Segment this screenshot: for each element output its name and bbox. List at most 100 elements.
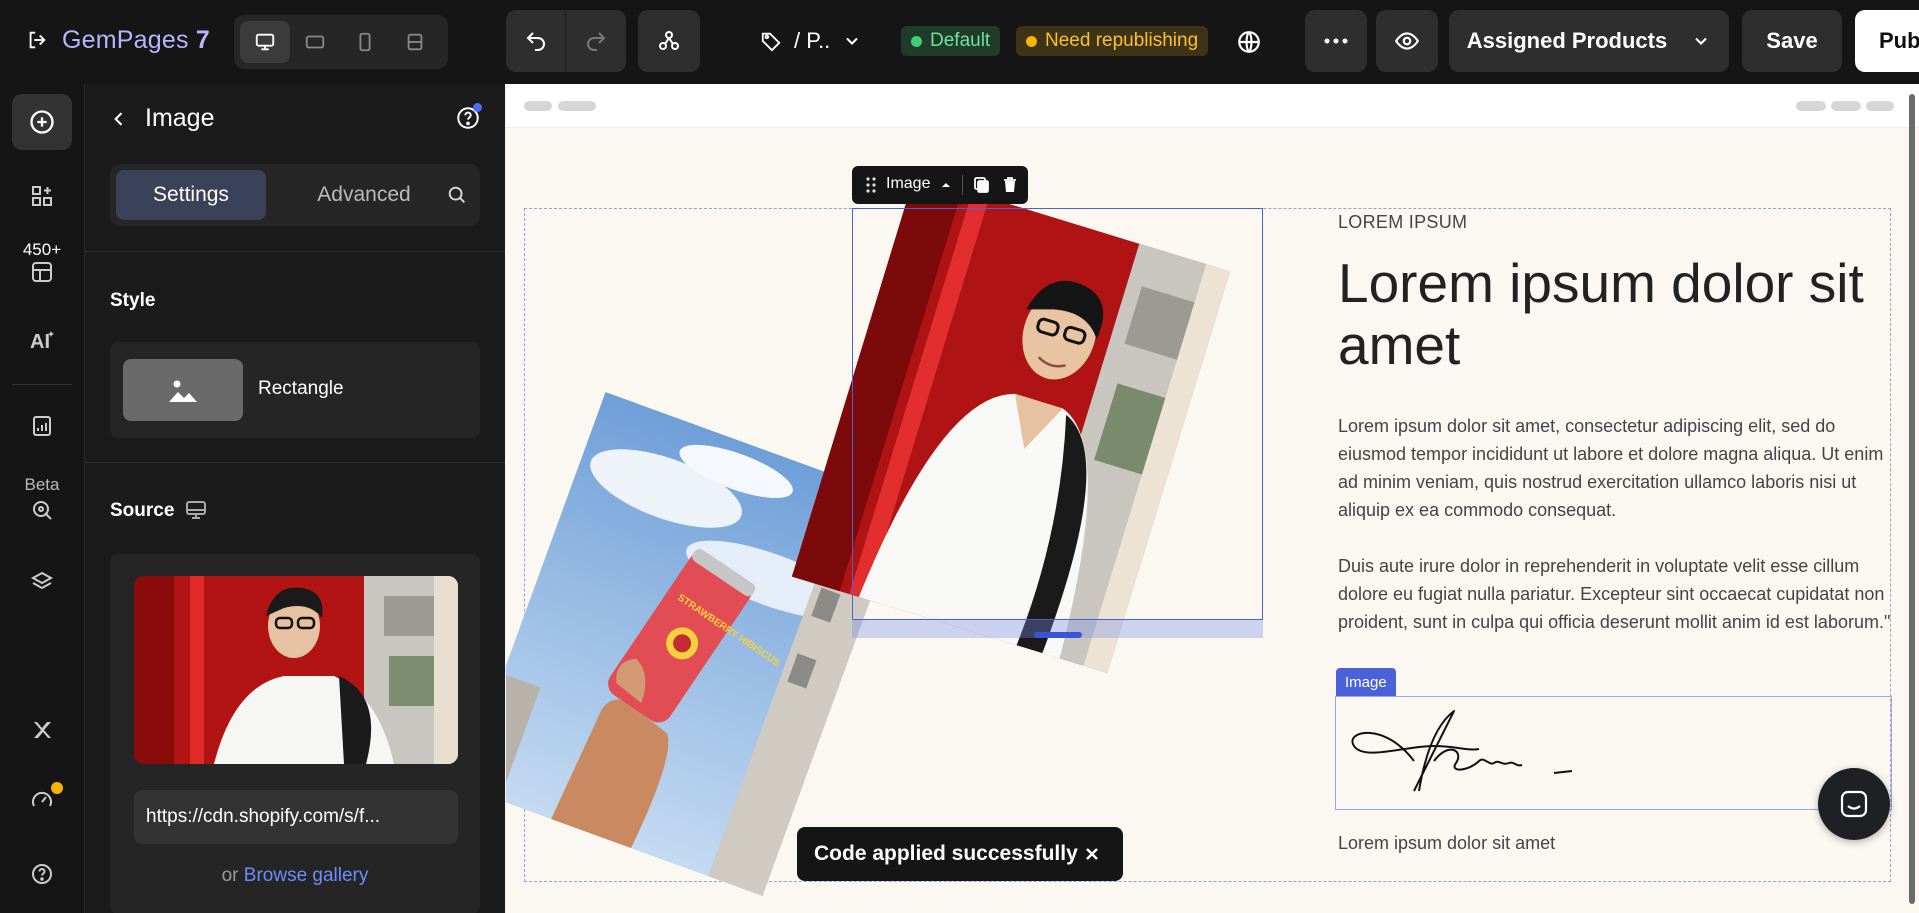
panel-divider	[85, 462, 505, 463]
beta-label: Beta	[24, 474, 60, 494]
device-source-icon[interactable]	[184, 498, 208, 522]
history-controls	[506, 10, 626, 72]
image-thumbnail[interactable]	[134, 576, 458, 764]
selected-element-outline	[852, 208, 1263, 620]
preview-button[interactable]	[1376, 10, 1438, 72]
image-url-input[interactable]	[134, 790, 458, 844]
chevron-down-icon	[1695, 37, 1707, 45]
mobile-icon	[359, 32, 371, 52]
undo-button[interactable]	[506, 10, 565, 72]
assigned-products-dropdown[interactable]: Assigned Products	[1449, 10, 1729, 72]
redo-button[interactable]	[566, 10, 626, 72]
app-logo: GemPages 7	[62, 25, 210, 54]
more-horizontal-icon	[1324, 38, 1348, 44]
search-settings-button[interactable]	[446, 184, 470, 208]
tab-settings[interactable]: Settings	[116, 170, 266, 220]
page-selector[interactable]: / P..	[760, 22, 862, 60]
image-element-tag[interactable]: Image	[1336, 668, 1396, 696]
target-cursor-icon	[33, 500, 52, 520]
canvas-scrollbar[interactable]	[1909, 94, 1915, 904]
status-dot	[1026, 35, 1037, 47]
skeleton-bar	[524, 101, 552, 111]
panel-divider	[85, 251, 505, 252]
help-button[interactable]	[12, 846, 72, 902]
beta-feature-button[interactable]: Beta	[12, 460, 72, 536]
status-label: Need republishing	[1045, 30, 1199, 51]
left-sidebar: 450+ AI Beta	[0, 84, 85, 913]
style-section-title: Style	[110, 290, 156, 311]
mobile-view-button[interactable]	[340, 21, 390, 63]
publish-button[interactable]: Pub	[1855, 10, 1919, 72]
chat-icon	[1840, 790, 1868, 818]
skeleton-bar	[1866, 101, 1894, 111]
signature-caption[interactable]: Lorem ipsum dolor sit amet	[1338, 833, 1555, 854]
chevron-left-icon	[114, 112, 123, 126]
templates-button[interactable]: 450+	[12, 224, 72, 300]
back-button[interactable]	[105, 105, 133, 133]
desktop-view-button[interactable]	[240, 21, 290, 63]
panel-tabs: Settings Advanced	[110, 164, 480, 226]
drag-handle-icon[interactable]	[864, 176, 878, 194]
layers-button[interactable]	[12, 554, 72, 610]
caret-up-icon[interactable]	[940, 179, 952, 191]
eyebrow-text[interactable]: LOREM IPSUM	[1338, 212, 1467, 233]
more-options-button[interactable]	[1305, 10, 1367, 72]
ai-button[interactable]: AI	[12, 312, 72, 368]
source-section-title: Source	[110, 500, 175, 521]
redo-icon	[587, 32, 606, 51]
toast-message: Code applied successfully	[814, 842, 1078, 865]
source-card: or Browse gallery	[110, 554, 480, 913]
svg-text:AI: AI	[30, 331, 50, 352]
template-status-badge[interactable]: Default	[901, 26, 1001, 56]
shape-preview	[123, 359, 243, 421]
rail-divider	[12, 384, 72, 385]
tablet-view-button[interactable]	[290, 21, 340, 63]
ai-icon: AI	[30, 331, 54, 352]
trash-icon[interactable]	[1000, 175, 1020, 195]
exit-logo-button[interactable]: GemPages 7	[26, 20, 210, 60]
close-icon	[1086, 848, 1098, 860]
save-button[interactable]: Save	[1742, 10, 1842, 72]
browse-prefix: or	[221, 865, 239, 886]
fit-view-button[interactable]	[390, 21, 440, 63]
duplicate-icon[interactable]	[972, 175, 992, 195]
browse-gallery-line: or Browse gallery	[110, 865, 480, 887]
page-analytics-button[interactable]	[12, 398, 72, 454]
signature-image[interactable]	[1335, 696, 1892, 810]
publish-status-badge[interactable]: Need republishing	[1016, 26, 1209, 56]
sections-button[interactable]	[12, 168, 72, 224]
tablet-icon	[305, 35, 325, 49]
undo-icon	[526, 32, 545, 51]
browse-gallery-link[interactable]: Browse gallery	[244, 865, 369, 886]
xcode-button[interactable]	[12, 702, 72, 758]
language-button[interactable]	[1226, 20, 1272, 64]
chat-support-button[interactable]	[1818, 768, 1890, 840]
templates-count: 450+	[22, 240, 62, 259]
toast-close-button[interactable]	[1081, 843, 1103, 865]
tab-advanced[interactable]: Advanced	[290, 170, 438, 220]
exit-icon	[29, 31, 46, 49]
new-indicator-dot	[473, 103, 482, 112]
globe-icon	[1238, 31, 1260, 53]
fit-screen-icon	[407, 33, 423, 51]
success-toast: Code applied successfully	[797, 827, 1123, 881]
element-type-label[interactable]: Image	[886, 175, 930, 193]
element-toolbar: Image	[852, 166, 1028, 204]
editor-canvas[interactable]: STRAWBERRY HIBISCUS Image LOREM IPSUM Lo…	[506, 84, 1919, 913]
flow-button[interactable]	[638, 10, 700, 72]
x-logo-icon	[34, 722, 51, 738]
layers-icon	[30, 571, 54, 590]
tag-icon	[761, 32, 781, 52]
handwritten-signature	[1351, 710, 1573, 792]
flow-icon	[659, 31, 679, 50]
skeleton-bar	[558, 101, 596, 111]
assigned-products-label: Assigned Products	[1466, 28, 1668, 53]
resize-handle[interactable]	[1034, 632, 1082, 638]
speed-button[interactable]	[12, 772, 72, 828]
style-shape-selector[interactable]: Rectangle	[110, 342, 480, 438]
body-paragraph[interactable]: Lorem ipsum dolor sit amet, consectetur …	[1338, 412, 1893, 524]
device-switcher	[234, 15, 448, 69]
body-paragraph[interactable]: Duis aute irure dolor in reprehenderit i…	[1338, 552, 1893, 636]
add-element-button[interactable]	[12, 94, 72, 150]
section-heading[interactable]: Lorem ipsum dolor sit amet	[1338, 252, 1898, 376]
